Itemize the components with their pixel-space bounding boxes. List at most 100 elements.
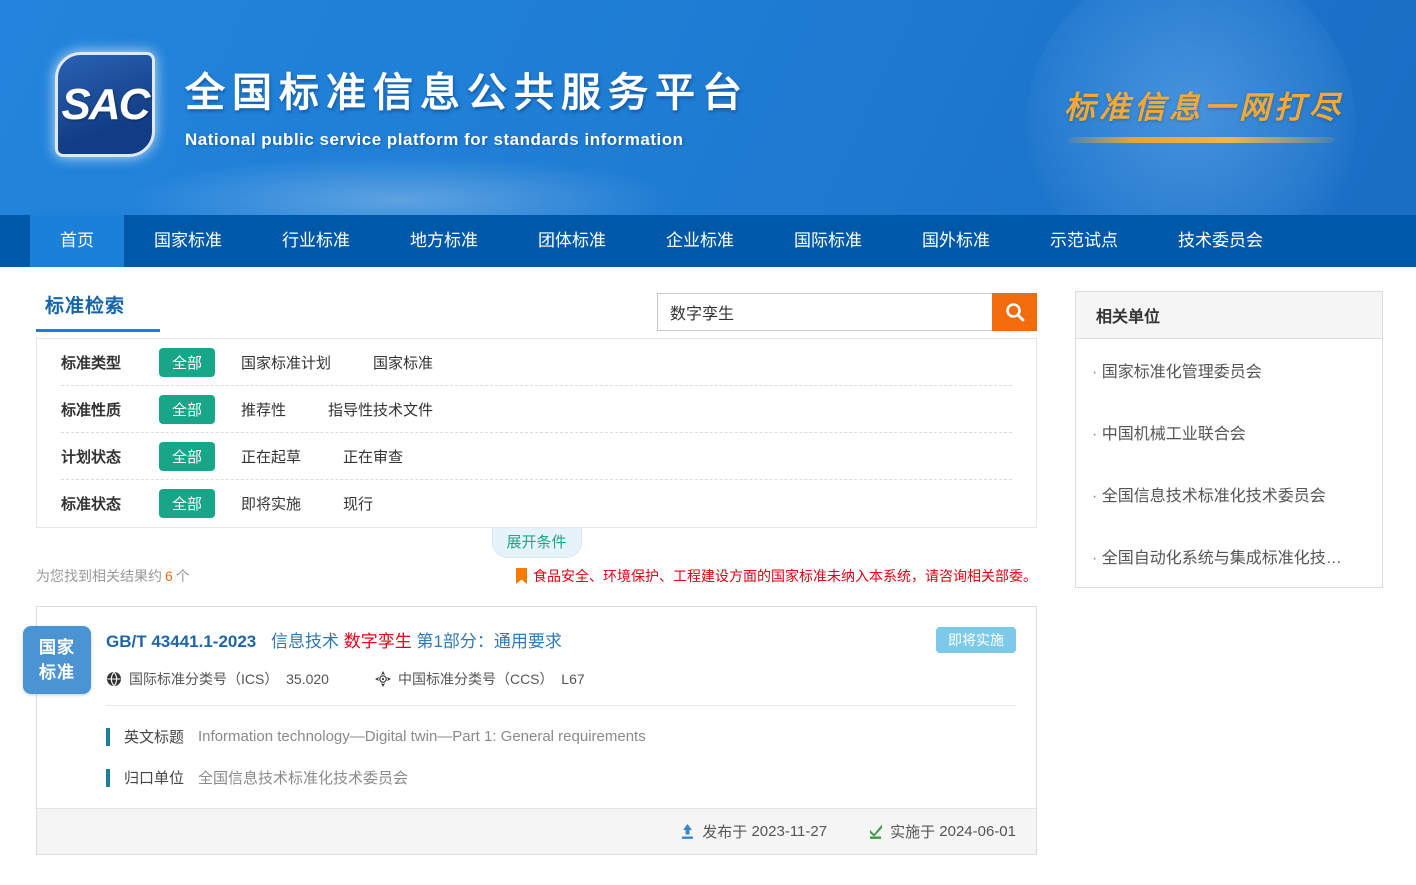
result-info-row: 为您找到相关结果约6个 食品安全、环境保护、工程建设方面的国家标准未纳入本系统，… [36, 566, 1037, 586]
result-count-number: 6 [162, 568, 176, 584]
standard-title-link[interactable]: GB/T 43441.1-2023 信息技术 数字孪生 第1部分：通用要求 [106, 627, 562, 652]
standard-title-highlight[interactable]: 数字孪生 [344, 632, 412, 651]
filter-option[interactable]: 即将实施 [241, 493, 301, 514]
filter-label: 计划状态 [61, 446, 159, 467]
standard-type-badge: 国家 标准 [23, 626, 91, 694]
nav-item-international-standards[interactable]: 国际标准 [764, 215, 892, 267]
brand-text: 全国标准信息公共服务平台 National public service pla… [185, 60, 749, 150]
nav-item-group-standards[interactable]: 团体标准 [508, 215, 636, 267]
banner: SAC 全国标准信息公共服务平台 National public service… [0, 0, 1416, 215]
filter-all-button[interactable]: 全部 [159, 348, 215, 377]
badge-line1: 国家 [39, 635, 75, 661]
english-title-value: Information technology—Digital twin—Part… [198, 728, 646, 745]
implement-label: 实施于 [890, 821, 935, 842]
slogan-underline [1067, 137, 1336, 143]
publish-date: 2023-11-27 [751, 823, 827, 840]
search-box [657, 293, 1037, 331]
filter-option[interactable]: 现行 [343, 493, 373, 514]
notice: 食品安全、环境保护、工程建设方面的国家标准未纳入本系统，请咨询相关部委。 [516, 566, 1037, 586]
card-title-row: GB/T 43441.1-2023 信息技术 数字孪生 第1部分：通用要求 即将… [106, 627, 1016, 653]
publish-upload-icon [679, 823, 696, 840]
globe-icon [106, 671, 122, 687]
nav-item-enterprise-standards[interactable]: 企业标准 [636, 215, 764, 267]
expand-conditions-tab[interactable]: 展开条件 [492, 528, 582, 558]
nav-item-technical-committee[interactable]: 技术委员会 [1148, 215, 1293, 267]
bookmark-icon [516, 568, 527, 584]
card-meta-row: 国际标准分类号（ICS） 35.020 中国标准分类号（CCS） L67 [106, 669, 1016, 706]
sidebar-item-it-standardization[interactable]: 全国信息技术标准化技术委员会 [1076, 463, 1382, 525]
filter-option[interactable]: 正在审查 [343, 446, 403, 467]
section-title-wrap: 标准检索 [36, 291, 125, 332]
filter-all-button[interactable]: 全部 [159, 489, 215, 518]
english-title-row: 英文标题 Information technology—Digital twin… [106, 726, 1016, 747]
implement-date: 2024-06-01 [939, 823, 1016, 840]
filter-option[interactable]: 推荐性 [241, 399, 286, 420]
filter-option[interactable]: 国家标准计划 [241, 352, 331, 373]
committee-row: 归口单位 全国信息技术标准化技术委员会 [106, 767, 1016, 788]
status-badge: 即将实施 [936, 627, 1016, 653]
related-units-box: 相关单位 国家标准化管理委员会 中国机械工业联合会 全国信息技术标准化技术委员会… [1075, 291, 1383, 588]
filter-all-button[interactable]: 全部 [159, 395, 215, 424]
nav-item-pilot[interactable]: 示范试点 [1020, 215, 1148, 267]
site-title: 全国标准信息公共服务平台 [185, 60, 749, 118]
nav-item-home[interactable]: 首页 [30, 215, 124, 267]
expand-conditions-label: 展开条件 [506, 534, 566, 551]
sidebar-item-automation-systems[interactable]: 全国自动化系统与集成标准化技… [1076, 525, 1382, 587]
sac-logo: SAC [55, 52, 155, 157]
nav-item-local-standards[interactable]: 地方标准 [380, 215, 508, 267]
detail-bar [106, 728, 110, 746]
publish-date-item: 发布于 2023-11-27 [679, 821, 827, 842]
detail-bar [106, 769, 110, 787]
result-count: 为您找到相关结果约6个 [36, 566, 190, 586]
sidebar-item-sac[interactable]: 国家标准化管理委员会 [1076, 339, 1382, 401]
filter-row-plan-status: 计划状态 全部 正在起草 正在审查 [61, 433, 1012, 480]
search-row: 标准检索 [36, 291, 1037, 332]
main-nav: 首页 国家标准 行业标准 地方标准 团体标准 企业标准 国际标准 国外标准 示范… [0, 215, 1416, 267]
implement-date-item: 实施于 2024-06-01 [867, 821, 1016, 842]
filter-option[interactable]: 指导性技术文件 [328, 399, 433, 420]
page-title-underline [36, 329, 160, 332]
content: 标准检索 标准类型 全部 国家标准计划 国家标准 标准性质 [0, 267, 1416, 885]
card-footer: 发布于 2023-11-27 实施于 2024-06-01 [37, 808, 1036, 854]
ccs-meta: 中国标准分类号（CCS） L67 [375, 669, 585, 689]
ccs-value: L67 [561, 671, 584, 687]
standard-title-part1[interactable]: 信息技术 [271, 632, 339, 651]
search-input[interactable] [657, 293, 992, 331]
main-column: 标准检索 标准类型 全部 国家标准计划 国家标准 标准性质 [36, 267, 1037, 855]
filter-option[interactable]: 正在起草 [241, 446, 301, 467]
english-title-label: 英文标题 [124, 726, 184, 747]
page-title: 标准检索 [36, 291, 125, 318]
related-units-title: 相关单位 [1076, 292, 1382, 339]
result-count-suffix: 个 [176, 568, 190, 584]
standard-code[interactable]: GB/T 43441.1-2023 [106, 632, 256, 651]
sac-logo-text: SAC [62, 80, 149, 130]
sidebar-item-machinery-federation[interactable]: 中国机械工业联合会 [1076, 401, 1382, 463]
search-button[interactable] [992, 293, 1037, 331]
slogan-text: 标准信息一网打尽 [1064, 82, 1344, 127]
notice-text: 食品安全、环境保护、工程建设方面的国家标准未纳入本系统，请咨询相关部委。 [533, 566, 1037, 586]
standard-title-part2[interactable]: 第1部分：通用要求 [416, 632, 561, 651]
nav-item-industry-standards[interactable]: 行业标准 [252, 215, 380, 267]
committee-label: 归口单位 [124, 767, 184, 788]
brand: SAC 全国标准信息公共服务平台 National public service… [55, 52, 749, 157]
result-card: 国家 标准 GB/T 43441.1-2023 信息技术 数字孪生 第1部分：通… [36, 606, 1037, 855]
nav-item-national-standards[interactable]: 国家标准 [124, 215, 252, 267]
ics-value: 35.020 [286, 671, 329, 687]
result-count-prefix: 为您找到相关结果约 [36, 568, 162, 584]
filter-row-standard-nature: 标准性质 全部 推荐性 指导性技术文件 [61, 386, 1012, 433]
badge-line2: 标准 [39, 660, 75, 686]
filter-label: 标准类型 [61, 352, 159, 373]
filter-all-button[interactable]: 全部 [159, 442, 215, 471]
search-icon [1004, 301, 1026, 323]
publish-label: 发布于 [702, 821, 747, 842]
filter-option[interactable]: 国家标准 [373, 352, 433, 373]
nav-item-foreign-standards[interactable]: 国外标准 [892, 215, 1020, 267]
banner-glow [120, 155, 680, 215]
committee-value: 全国信息技术标准化技术委员会 [198, 767, 408, 788]
filter-label: 标准性质 [61, 399, 159, 420]
site-subtitle: National public service platform for sta… [185, 130, 749, 150]
slogan: 标准信息一网打尽 [1064, 82, 1344, 143]
filter-label: 标准状态 [61, 493, 159, 514]
filter-row-standard-type: 标准类型 全部 国家标准计划 国家标准 [61, 339, 1012, 386]
ics-label: 国际标准分类号（ICS） [129, 669, 278, 689]
